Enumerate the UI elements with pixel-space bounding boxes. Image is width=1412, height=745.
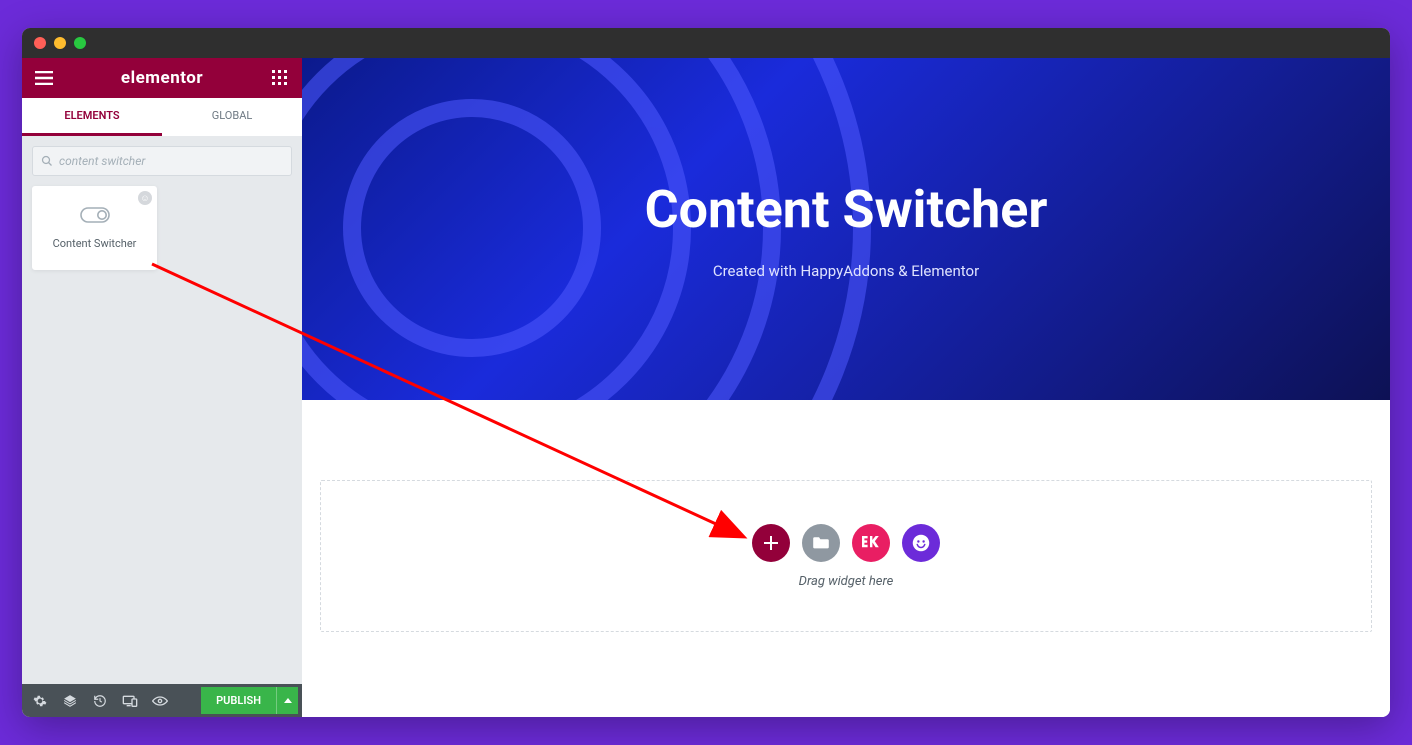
tab-global[interactable]: GLOBAL [162,98,302,136]
publish-button[interactable]: PUBLISH [201,687,276,714]
happyaddons-button[interactable] [902,524,940,562]
search-input[interactable] [59,154,283,168]
navigator-button[interactable] [56,684,84,717]
menu-button[interactable] [32,71,56,85]
editor-sidebar: elementor ELEMENTS GLOBAL ☺ [22,58,302,717]
sidebar-header: elementor [22,58,302,98]
sidebar-tabs: ELEMENTS GLOBAL [22,98,302,136]
widget-list: ☺ Content Switcher [22,186,302,270]
devices-icon [122,695,138,707]
hamburger-icon [35,71,53,85]
elementskit-button[interactable] [852,524,890,562]
folder-icon [813,536,829,549]
publish-options-button[interactable] [276,687,298,714]
widget-content-switcher[interactable]: ☺ Content Switcher [32,186,157,270]
toggle-icon [80,207,110,227]
widget-search[interactable] [32,146,292,176]
brand-label: elementor [56,68,268,88]
tab-elements[interactable]: ELEMENTS [22,98,162,136]
dropzone-actions [752,524,940,562]
window-minimize-button[interactable] [54,37,66,49]
app-body: elementor ELEMENTS GLOBAL ☺ [22,58,1390,717]
preview-button[interactable] [146,684,174,717]
widget-label: Content Switcher [53,237,137,250]
dropzone-hint: Drag widget here [799,574,894,589]
layers-icon [63,694,77,708]
history-icon [93,694,107,708]
hero-section: Content Switcher Created with HappyAddon… [302,58,1390,400]
hero-title: Content Switcher [645,179,1048,240]
app-window: elementor ELEMENTS GLOBAL ☺ [22,28,1390,717]
search-icon [41,155,53,167]
eye-icon [152,696,168,706]
preview-canvas: Content Switcher Created with HappyAddon… [302,58,1390,717]
plus-icon [764,536,778,550]
responsive-button[interactable] [116,684,144,717]
window-close-button[interactable] [34,37,46,49]
settings-button[interactable] [26,684,54,717]
template-library-button[interactable] [802,524,840,562]
sidebar-footer: PUBLISH [22,684,302,717]
window-titlebar [22,28,1390,58]
window-maximize-button[interactable] [74,37,86,49]
widgets-grid-button[interactable] [268,70,292,86]
happy-addons-badge-icon: ☺ [138,191,152,205]
caret-up-icon [284,698,292,703]
history-button[interactable] [86,684,114,717]
happy-icon [912,534,930,552]
dropzone-section: Drag widget here [302,400,1390,662]
widget-search-wrap [22,136,302,186]
add-section-button[interactable] [752,524,790,562]
publish-group: PUBLISH [201,687,298,714]
hero-subtitle: Created with HappyAddons & Elementor [713,262,979,280]
grid-icon [272,70,288,86]
widget-dropzone[interactable]: Drag widget here [320,480,1372,632]
ek-icon [862,536,880,550]
gear-icon [33,694,47,708]
